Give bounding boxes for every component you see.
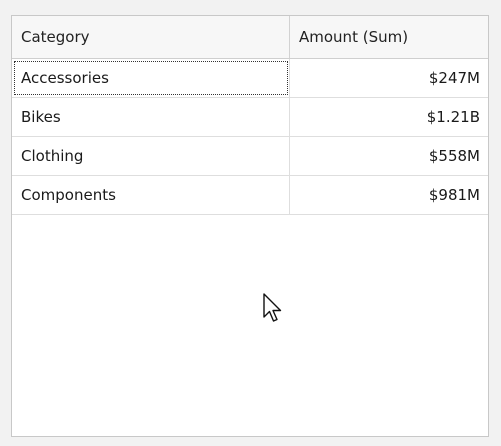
grid-header-row: Category Amount (Sum) bbox=[12, 16, 488, 59]
table-row[interactable]: Components $981M bbox=[12, 176, 488, 215]
amount-cell[interactable]: $558M bbox=[290, 137, 488, 175]
mouse-pointer-icon bbox=[263, 293, 282, 322]
amount-cell[interactable]: $981M bbox=[290, 176, 488, 214]
column-header-category[interactable]: Category bbox=[12, 16, 290, 58]
cell-value: Bikes bbox=[21, 108, 61, 126]
amount-cell[interactable]: $1.21B bbox=[290, 98, 488, 136]
pivot-grid-panel: Category Amount (Sum) Accessories $247M … bbox=[11, 15, 489, 437]
table-row[interactable]: Clothing $558M bbox=[12, 137, 488, 176]
table-row[interactable]: Accessories $247M bbox=[12, 59, 488, 98]
category-cell[interactable]: Components bbox=[12, 176, 290, 214]
cell-value: Clothing bbox=[21, 147, 84, 165]
table-row[interactable]: Bikes $1.21B bbox=[12, 98, 488, 137]
category-cell[interactable]: Accessories bbox=[12, 59, 290, 97]
cell-value: Components bbox=[21, 186, 116, 204]
amount-cell[interactable]: $247M bbox=[290, 59, 488, 97]
cell-value: $981M bbox=[428, 186, 480, 204]
column-header-label: Category bbox=[21, 28, 90, 46]
category-cell[interactable]: Bikes bbox=[12, 98, 290, 136]
column-header-amount[interactable]: Amount (Sum) bbox=[290, 16, 488, 58]
cell-value: $247M bbox=[428, 69, 480, 87]
data-grid: Category Amount (Sum) Accessories $247M … bbox=[12, 16, 488, 215]
cell-value: $558M bbox=[428, 147, 480, 165]
grid-empty-area[interactable] bbox=[12, 215, 488, 436]
category-cell[interactable]: Clothing bbox=[12, 137, 290, 175]
cell-value: Accessories bbox=[21, 69, 109, 87]
cell-value: $1.21B bbox=[426, 108, 480, 126]
column-header-label: Amount (Sum) bbox=[299, 28, 409, 46]
